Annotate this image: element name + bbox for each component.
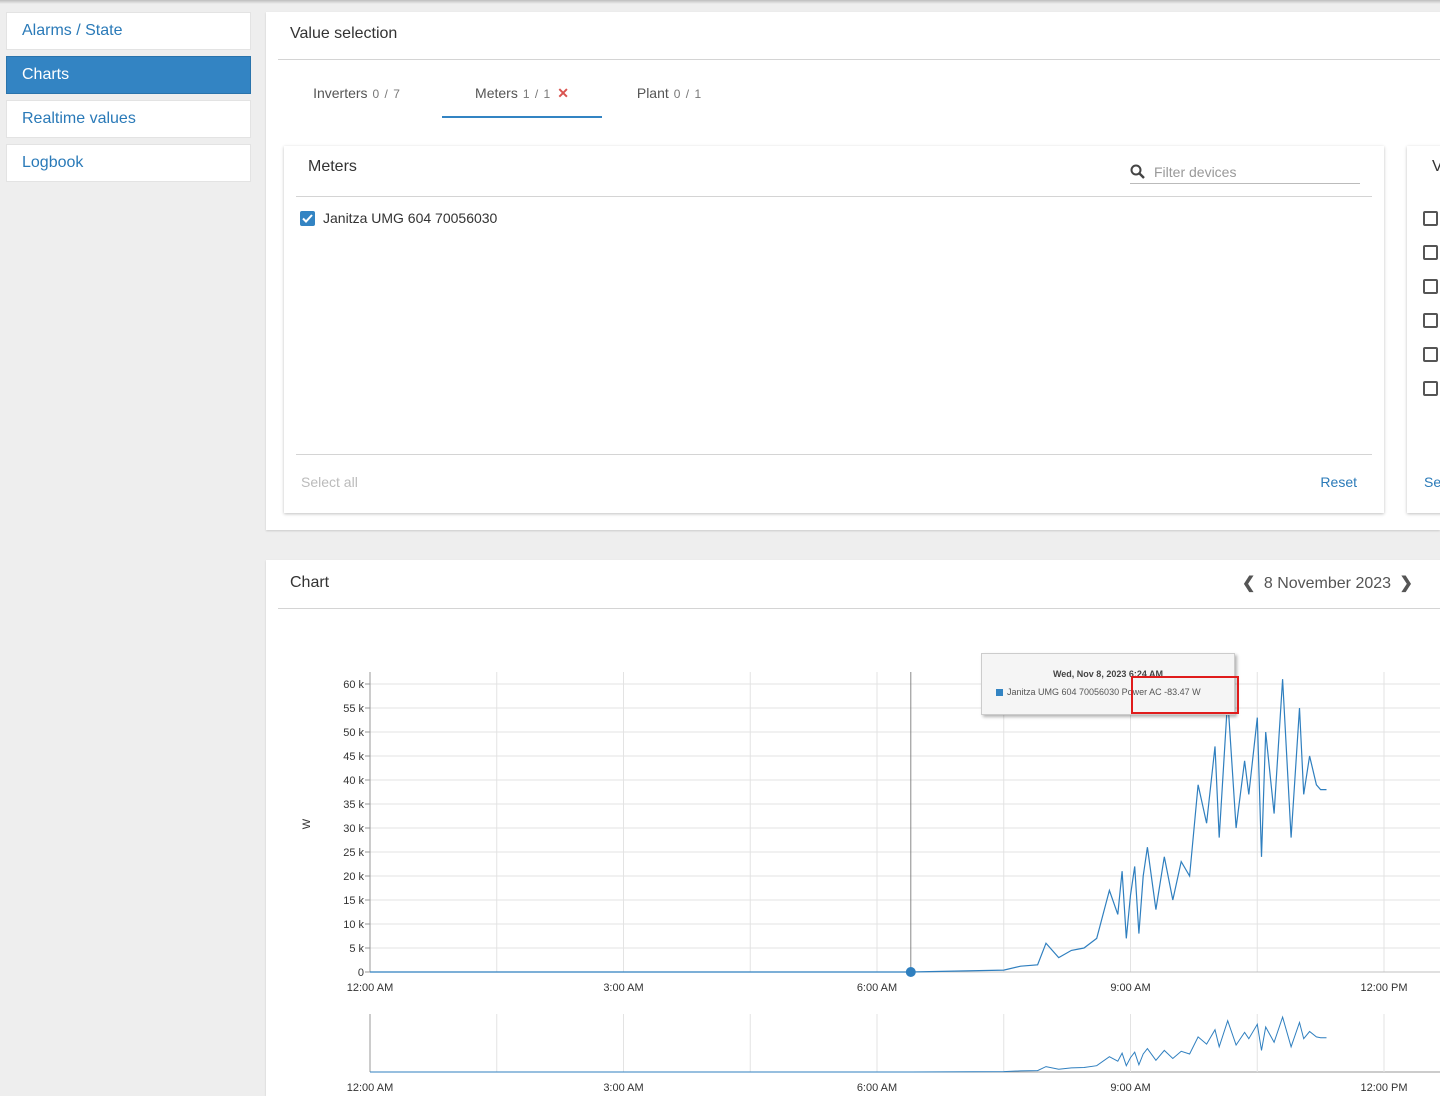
values-card-title: V (1432, 158, 1440, 175)
value-checkbox[interactable] (1423, 245, 1438, 260)
y-tick-label: 40 k (343, 775, 364, 787)
navigator-x-tick-label: 12:00 PM (1360, 1082, 1407, 1094)
y-tick-label: 0 (358, 967, 364, 979)
y-tick-label: 30 k (343, 823, 364, 835)
highlight-box (1131, 676, 1239, 714)
tab-plant-label: Plant (636, 85, 669, 101)
y-tick-label: 10 k (343, 919, 364, 931)
meters-card-title: Meters (308, 158, 357, 175)
value-checkbox[interactable] (1423, 211, 1438, 226)
filter-devices-input[interactable]: Filter devices (1130, 162, 1360, 184)
tab-plant[interactable]: Plant 0 / 1 (612, 72, 727, 118)
top-shadow (0, 0, 1440, 4)
y-tick-label: 50 k (343, 727, 364, 739)
y-tick-label: 20 k (343, 871, 364, 883)
select-all-button[interactable]: Select all (301, 474, 358, 490)
y-tick-label: 60 k (343, 679, 364, 691)
navigator-x-tick-label: 3:00 AM (603, 1082, 643, 1094)
device-label: Janitza UMG 604 70056030 (323, 210, 498, 226)
divider (296, 196, 1372, 197)
filter-devices-placeholder: Filter devices (1154, 164, 1237, 180)
value-selection-title: Value selection (290, 25, 398, 42)
series-swatch (996, 689, 1003, 696)
y-axis-label: W (301, 818, 313, 829)
y-tick-label: 35 k (343, 799, 364, 811)
meters-card: Meters Filter devices Janitza UMG 604 70… (284, 146, 1384, 513)
y-tick-label: 55 k (343, 703, 364, 715)
y-tick-label: 25 k (343, 847, 364, 859)
x-tick-label: 3:00 AM (603, 982, 643, 994)
tooltip-series: Janitza UMG 604 70056030 (1007, 687, 1120, 697)
x-tick-label: 6:00 AM (857, 982, 897, 994)
values-card: V Se (1407, 146, 1440, 513)
chart-panel: Chart ❮ 8 November 2023 ❯ 05 k 10 k 15 k 20… (266, 560, 1440, 1096)
reset-button[interactable]: Reset (1320, 474, 1357, 490)
device-checkbox[interactable] (300, 211, 315, 226)
search-icon (1130, 164, 1145, 179)
sidebar-item-charts[interactable]: Charts (6, 56, 251, 94)
y-tick-label: 5 k (349, 943, 364, 955)
navigator-x-tick-label: 6:00 AM (857, 1082, 897, 1094)
checkmark-icon (302, 214, 313, 223)
navigator-x-tick-label: 12:00 AM (347, 1082, 393, 1094)
x-tick-label: 12:00 PM (1360, 982, 1407, 994)
power-chart[interactable]: 0 5 k 10 k 15 k 20 k 25 k 30 k 35 k 40 k 45 k 50 k… (266, 560, 1440, 1096)
navigator-x-tick-label: 9:00 AM (1110, 1082, 1150, 1094)
tab-meters-label: Meters (475, 85, 518, 101)
navigator-series-line (370, 1015, 1327, 1073)
tab-inverters[interactable]: Inverters 0 / 7 (282, 72, 432, 118)
tab-meters[interactable]: Meters 1 / 1 ✕ (442, 72, 602, 118)
divider (296, 454, 1372, 455)
tab-meters-count: 1 / 1 (522, 87, 552, 101)
series-line (370, 679, 1327, 973)
divider (278, 59, 1440, 60)
sidebar: Alarms / State Charts Realtime values Lo… (6, 12, 251, 188)
tab-inverters-label: Inverters (313, 85, 368, 101)
value-selection-panel: Value selection Inverters 0 / 7 Meters 1 /… (266, 12, 1440, 530)
sidebar-item-alarms-state[interactable]: Alarms / State (6, 12, 251, 50)
value-checkbox[interactable] (1423, 313, 1438, 328)
y-tick-label: 45 k (343, 751, 364, 763)
hover-point (905, 967, 916, 977)
value-checkbox[interactable] (1423, 279, 1438, 294)
sidebar-item-realtime-values[interactable]: Realtime values (6, 100, 251, 138)
sidebar-item-logbook[interactable]: Logbook (6, 144, 251, 182)
value-checkbox[interactable] (1423, 347, 1438, 362)
tab-plant-count: 0 / 1 (673, 87, 703, 101)
x-tick-label: 9:00 AM (1110, 982, 1150, 994)
y-tick-label: 15 k (343, 895, 364, 907)
value-checkbox[interactable] (1423, 381, 1438, 396)
values-select-all-button[interactable]: Se (1424, 474, 1440, 490)
x-tick-label: 12:00 AM (347, 982, 393, 994)
clear-selection-icon[interactable]: ✕ (557, 85, 569, 101)
tab-inverters-count: 0 / 7 (372, 87, 401, 101)
